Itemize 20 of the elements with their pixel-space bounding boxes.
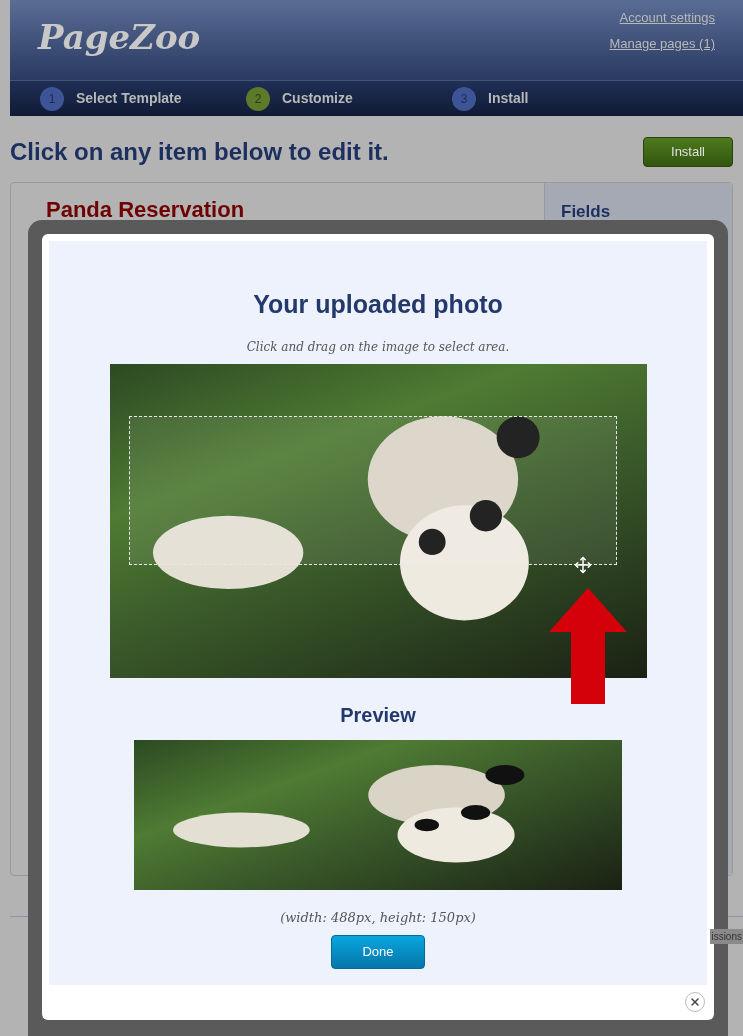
step-tab[interactable]: 3 Install	[452, 86, 598, 111]
page-heading: Click on any item below to edit it.	[10, 137, 389, 167]
step-tab[interactable]: 1 Select Template	[40, 86, 186, 111]
move-cursor-icon	[573, 555, 592, 574]
done-button[interactable]: Done	[331, 935, 425, 969]
close-icon	[689, 996, 701, 1008]
sidebar-title: Fields	[561, 201, 612, 223]
page-title: Panda Reservation	[46, 196, 246, 224]
step-tab[interactable]: 2 Customize	[246, 86, 392, 111]
preview-title: Preview	[340, 702, 416, 728]
footer-text: issions	[710, 929, 743, 944]
dimensions-text: (width: 488px, height: 150px)	[280, 908, 476, 927]
header-link[interactable]: Manage pages (1)	[609, 33, 715, 53]
instruction-text: Click and drag on the image to select area.	[246, 338, 510, 356]
selection-rectangle[interactable]	[128, 415, 617, 565]
logo[interactable]: PageZoo	[38, 0, 201, 80]
close-button[interactable]	[685, 992, 705, 1012]
modal-title: Your uploaded photo	[253, 289, 503, 320]
header-link[interactable]: Account settings	[619, 8, 715, 28]
install-button[interactable]: Install	[643, 137, 733, 167]
